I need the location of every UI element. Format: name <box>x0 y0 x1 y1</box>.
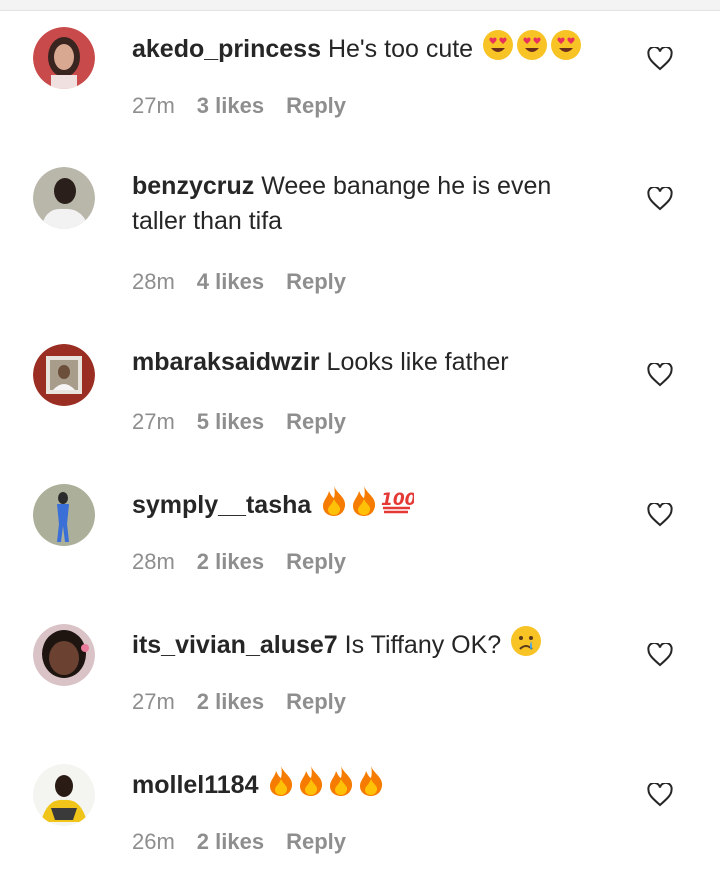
comment-text: Is Tiffany OK? <box>344 631 502 659</box>
fire-emoji-icon <box>327 765 355 807</box>
comment-time: 27m <box>132 689 175 714</box>
like-heart-icon[interactable] <box>647 363 673 387</box>
comment-time: 26m <box>132 829 175 854</box>
comment-username[interactable]: mollel1184 <box>132 771 258 799</box>
comment-likes[interactable]: 2 likes <box>197 829 264 854</box>
comment-username[interactable]: mbaraksaidwzir <box>132 348 320 376</box>
top-divider <box>0 0 720 11</box>
comment-meta: 27m 2 likes Reply <box>132 688 346 716</box>
comment-meta: 27m 5 likes Reply <box>132 408 346 436</box>
fire-emoji-icon <box>357 765 385 807</box>
hundred-points-emoji-icon: 100 <box>380 485 417 527</box>
comment-body: symply__tasha 100 <box>132 485 612 527</box>
reply-button[interactable]: Reply <box>286 269 346 294</box>
avatar[interactable] <box>33 764 95 826</box>
avatar[interactable] <box>33 344 95 406</box>
comment-time: 28m <box>132 269 175 294</box>
comment-likes[interactable]: 5 likes <box>197 409 264 434</box>
like-heart-icon[interactable] <box>647 643 673 667</box>
comment-body: mbaraksaidwzir Looks like father <box>132 345 612 380</box>
comment-text: He's too cute <box>327 35 474 63</box>
comment-body: mollel1184 <box>132 765 612 807</box>
comment-username[interactable]: benzycruz <box>132 172 254 200</box>
comment-meta: 27m 3 likes Reply <box>132 92 346 120</box>
like-heart-icon[interactable] <box>647 783 673 807</box>
comment-text: Looks like father <box>326 348 509 376</box>
comment-likes[interactable]: 4 likes <box>197 269 264 294</box>
fire-emoji-icon <box>297 765 325 807</box>
comment-body: its_vivian_aluse7 Is Tiffany OK? <box>132 625 612 667</box>
fire-emoji-icon <box>350 485 378 527</box>
heart-eyes-emoji-icon <box>516 29 548 71</box>
comment-body: benzycruz Weee banange he is even taller… <box>132 169 612 239</box>
avatar[interactable] <box>33 167 95 229</box>
avatar[interactable] <box>33 27 95 89</box>
crying-face-emoji-icon <box>510 625 542 667</box>
comment-meta: 26m 2 likes Reply <box>132 828 346 856</box>
comment-username[interactable]: symply__tasha <box>132 491 311 519</box>
comment-username[interactable]: akedo_princess <box>132 35 321 63</box>
reply-button[interactable]: Reply <box>286 409 346 434</box>
fire-emoji-icon <box>267 765 295 807</box>
reply-button[interactable]: Reply <box>286 829 346 854</box>
comment-likes[interactable]: 2 likes <box>197 549 264 574</box>
heart-eyes-emoji-icon <box>550 29 582 71</box>
like-heart-icon[interactable] <box>647 47 673 71</box>
like-heart-icon[interactable] <box>647 187 673 211</box>
comment-time: 27m <box>132 409 175 434</box>
comment-meta: 28m 2 likes Reply <box>132 548 346 576</box>
comment-likes[interactable]: 2 likes <box>197 689 264 714</box>
comment-time: 28m <box>132 549 175 574</box>
reply-button[interactable]: Reply <box>286 93 346 118</box>
comment-time: 27m <box>132 93 175 118</box>
comment-likes[interactable]: 3 likes <box>197 93 264 118</box>
comment-body: akedo_princess He's too cute <box>132 29 612 71</box>
comment-username[interactable]: its_vivian_aluse7 <box>132 631 338 659</box>
heart-eyes-emoji-icon <box>482 29 514 71</box>
reply-button[interactable]: Reply <box>286 689 346 714</box>
comment-meta: 28m 4 likes Reply <box>132 268 346 296</box>
like-heart-icon[interactable] <box>647 503 673 527</box>
reply-button[interactable]: Reply <box>286 549 346 574</box>
fire-emoji-icon <box>320 485 348 527</box>
avatar[interactable] <box>33 484 95 546</box>
avatar[interactable] <box>33 624 95 686</box>
